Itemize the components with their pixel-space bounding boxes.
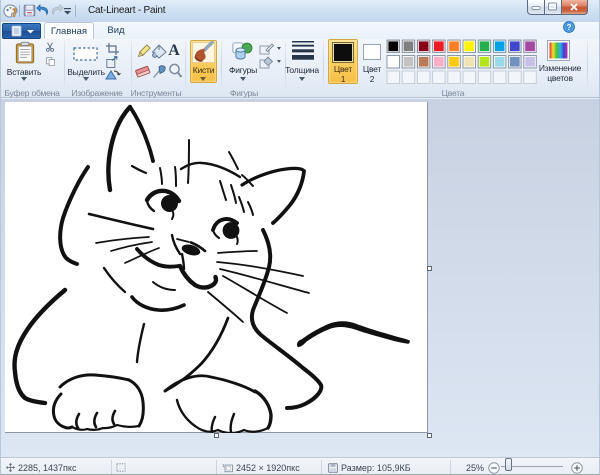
svg-text:?: ? <box>567 23 572 32</box>
